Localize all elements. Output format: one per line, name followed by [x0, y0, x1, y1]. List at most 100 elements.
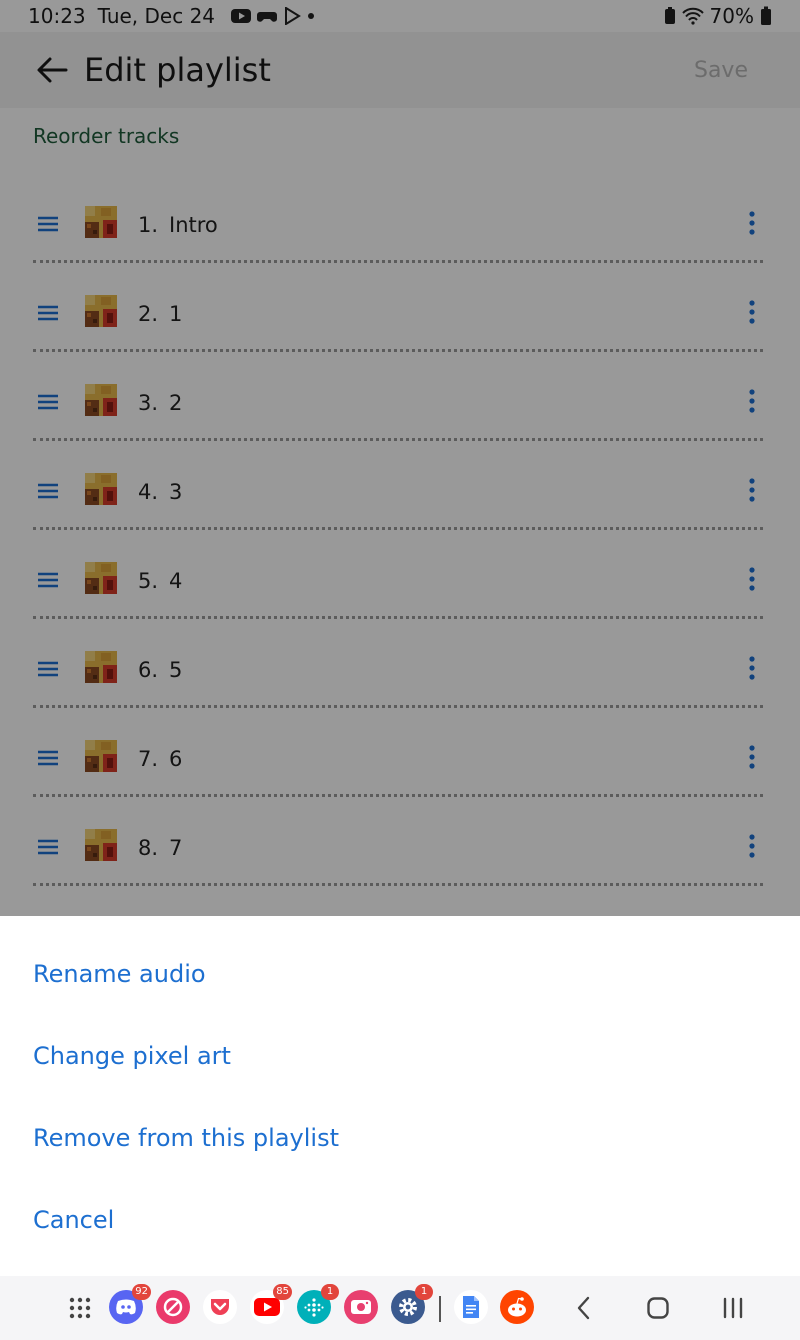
divider [33, 527, 763, 530]
divider [33, 883, 763, 886]
divider [33, 705, 763, 708]
pixel-art-thumbnail [85, 829, 117, 861]
nav-back-button[interactable] [566, 1290, 602, 1326]
drag-handle-icon[interactable] [36, 659, 60, 679]
rename-audio-option[interactable]: Rename audio [33, 960, 206, 988]
taskbar: 92 85 1 1 [0, 1276, 800, 1340]
reddit-app[interactable] [500, 1290, 536, 1326]
pixel-art-thumbnail [85, 206, 117, 238]
gamepad-icon [257, 12, 278, 22]
more-vert-icon[interactable] [740, 564, 764, 594]
drag-handle-icon[interactable] [36, 481, 60, 501]
remove-from-playlist-option[interactable]: Remove from this playlist [33, 1124, 339, 1152]
screen-recorder-icon [344, 1290, 378, 1324]
youtube-badge: 85 [273, 1284, 292, 1300]
track-row[interactable]: 6. 5 [0, 633, 800, 722]
nav-back-icon [577, 1296, 590, 1320]
track-row[interactable]: 2. 1 [0, 277, 800, 366]
discord-app[interactable]: 92 [109, 1284, 151, 1326]
app-bar: Edit playlist Save [0, 32, 800, 108]
track-name: 5 [169, 658, 183, 682]
divider [33, 616, 763, 619]
divider [33, 794, 763, 797]
track-name: 1 [169, 302, 183, 326]
drag-handle-icon[interactable] [36, 303, 60, 323]
track-number: 7. [138, 747, 159, 771]
track-number: 6. [138, 658, 159, 682]
pixel-art-thumbnail [85, 740, 117, 772]
track-row[interactable]: 3. 2 [0, 366, 800, 455]
track-number: 3. [138, 391, 159, 415]
divider [33, 260, 763, 263]
change-pixel-art-option[interactable]: Change pixel art [33, 1042, 231, 1070]
battery-icon [761, 6, 771, 25]
app-grid-icon [69, 1297, 91, 1319]
drag-handle-icon[interactable] [36, 837, 60, 857]
track-number: 5. [138, 569, 159, 593]
page-title: Edit playlist [84, 51, 271, 89]
wifi-icon [681, 7, 704, 25]
track-row[interactable]: 7. 6 [0, 722, 800, 811]
settings-badge: 1 [415, 1284, 433, 1300]
cancel-option[interactable]: Cancel [33, 1206, 114, 1234]
app-drawer-button[interactable] [62, 1290, 98, 1326]
battery-saver-icon [664, 7, 675, 24]
track-name: 3 [169, 480, 183, 504]
track-row[interactable]: 5. 4 [0, 544, 800, 633]
reddit-icon [500, 1290, 534, 1324]
section-label: Reorder tracks [33, 124, 180, 148]
google-docs-icon [454, 1290, 488, 1324]
track-list: Reorder tracks 1. Intro 2. 1 3. 2 4. 3 5. 4 6. 5 7. 6… [0, 108, 800, 916]
more-vert-icon[interactable] [740, 742, 764, 772]
status-bar: 10:23 Tue, Dec 24 70% [0, 0, 800, 32]
track-row[interactable]: 8. 7 [0, 811, 800, 900]
back-button[interactable] [24, 42, 80, 98]
track-name: 2 [169, 391, 183, 415]
screen-recorder-app[interactable] [344, 1290, 380, 1326]
dock-divider [439, 1296, 441, 1322]
pocket-app[interactable] [203, 1290, 239, 1326]
drag-handle-icon[interactable] [36, 214, 60, 234]
nav-recents-icon [723, 1297, 743, 1319]
track-number: 8. [138, 836, 159, 860]
pixel-art-thumbnail [85, 473, 117, 505]
settings-app[interactable]: 1 [391, 1284, 433, 1326]
divider [33, 349, 763, 352]
pixel-art-thumbnail [85, 384, 117, 416]
discord-badge: 92 [132, 1284, 151, 1300]
youtube-app[interactable]: 85 [250, 1284, 292, 1326]
pocket-icon [203, 1290, 237, 1324]
drag-handle-icon[interactable] [36, 570, 60, 590]
fitbit-app[interactable]: 1 [297, 1284, 339, 1326]
track-row[interactable]: 1. Intro [0, 188, 800, 277]
swirl-icon [156, 1290, 190, 1324]
pixel-art-thumbnail [85, 295, 117, 327]
more-vert-icon[interactable] [740, 386, 764, 416]
status-time: 10:23 [28, 4, 86, 28]
pixel-art-thumbnail [85, 562, 117, 594]
nav-recents-button[interactable] [715, 1290, 751, 1326]
nav-home-button[interactable] [640, 1290, 676, 1326]
drag-handle-icon[interactable] [36, 748, 60, 768]
track-row[interactable]: 4. 3 [0, 455, 800, 544]
google-docs-app[interactable] [454, 1290, 490, 1326]
more-vert-icon[interactable] [740, 831, 764, 861]
divider [33, 438, 763, 441]
options-sheet: Rename audio Change pixel art Remove fro… [0, 916, 800, 1276]
more-vert-icon[interactable] [740, 297, 764, 327]
swirl-app[interactable] [156, 1290, 192, 1326]
arrow-back-icon [37, 57, 68, 83]
drag-handle-icon[interactable] [36, 392, 60, 412]
track-name: Intro [169, 213, 218, 237]
battery-percent: 70% [709, 4, 754, 28]
track-row[interactable]: 9.8 [0, 900, 800, 916]
more-vert-icon[interactable] [740, 653, 764, 683]
more-vert-icon[interactable] [740, 208, 764, 238]
track-name: 4 [169, 569, 183, 593]
track-name: 6 [169, 747, 183, 771]
save-button[interactable]: Save [694, 58, 748, 83]
more-vert-icon[interactable] [740, 475, 764, 505]
play-store-icon [285, 7, 301, 25]
nav-home-icon [647, 1297, 669, 1319]
track-number: 1. [138, 213, 159, 237]
